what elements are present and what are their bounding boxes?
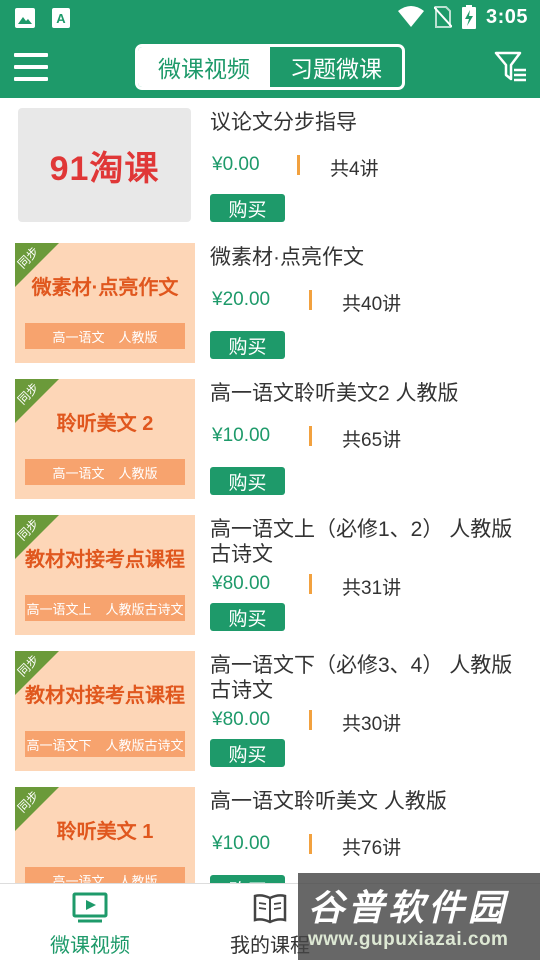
status-time: 3:05: [485, 5, 528, 28]
thumbnail-band: 高一语文上 人教版古诗文: [25, 595, 185, 621]
course-item[interactable]: 同步 微素材·点亮作文 高一语文 人教版 微素材·点亮作文 ¥20.00 共40…: [0, 243, 540, 379]
book-icon: [253, 894, 287, 924]
nav-micro-video[interactable]: 微课视频: [0, 884, 180, 960]
divider: [297, 155, 300, 175]
course-item[interactable]: 同步 教材对接考点课程 高一语文上 人教版古诗文 高一语文上（必修1、2） 人教…: [0, 515, 540, 651]
filter-icon[interactable]: [494, 50, 528, 84]
thumbnail-subject: 高一语文: [52, 465, 105, 481]
battery-charging-icon: [461, 5, 476, 29]
video-play-icon: [72, 892, 108, 923]
text-a-icon: A: [52, 8, 70, 28]
wifi-icon: [397, 6, 424, 27]
lesson-count: 共31讲: [342, 578, 402, 599]
thumbnail-band: 高一语文 人教版: [25, 459, 185, 485]
course-price: ¥10.00: [212, 833, 271, 854]
course-title[interactable]: 高一语文上（必修1、2） 人教版古诗文: [210, 517, 528, 567]
thumbnail-edition: 人教版: [118, 329, 158, 345]
buy-button[interactable]: 购买: [210, 739, 285, 767]
course-thumbnail[interactable]: 同步 微素材·点亮作文 高一语文 人教版: [15, 243, 195, 363]
buy-button[interactable]: 购买: [210, 331, 285, 359]
status-bar: A 3:05: [0, 0, 540, 36]
course-thumbnail[interactable]: 同步 教材对接考点课程 高一语文上 人教版古诗文: [15, 515, 195, 635]
course-title[interactable]: 高一语文聆听美文2 人教版: [210, 381, 528, 406]
thumbnail-title: 教材对接考点课程: [25, 685, 185, 707]
course-title[interactable]: 高一语文聆听美文 人教版: [210, 789, 528, 814]
course-title[interactable]: 微素材·点亮作文: [210, 245, 528, 270]
course-item[interactable]: 同步 聆听美文 1 高一语文 人教版 高一语文聆听美文 人教版 ¥10.00 共…: [0, 787, 540, 883]
nav-label: 微课视频: [50, 935, 130, 957]
watermark-overlay: 谷普软件园 www.gupuxiazai.com: [298, 873, 540, 960]
course-thumbnail[interactable]: 同步 教材对接考点课程 高一语文下 人教版古诗文: [15, 651, 195, 771]
tab-switcher: 微课视频 习题微课: [135, 44, 405, 90]
thumbnail-edition: 人教版古诗文: [105, 737, 184, 753]
course-thumbnail[interactable]: 同步 聆听美文 2 高一语文 人教版: [15, 379, 195, 499]
course-title[interactable]: 高一语文下（必修3、4） 人教版古诗文: [210, 653, 528, 703]
app-bar: 微课视频 习题微课: [0, 36, 540, 98]
watermark-url: www.gupuxiazai.com: [308, 929, 509, 950]
buy-button[interactable]: 购买: [210, 875, 285, 883]
lesson-count: 共4讲: [330, 159, 379, 180]
course-price: ¥0.00: [212, 154, 260, 175]
lesson-count: 共40讲: [342, 294, 402, 315]
divider: [309, 834, 312, 854]
thumbnail-title: 微素材·点亮作文: [31, 277, 179, 299]
buy-button[interactable]: 购买: [210, 194, 285, 222]
course-item[interactable]: 91淘课 议论文分步指导 ¥0.00 共4讲 购买: [0, 108, 540, 244]
thumbnail-edition: 人教版古诗文: [105, 601, 184, 617]
tab-exercise-micro[interactable]: 习题微课: [270, 47, 402, 87]
thumbnail-band: 高一语文 人教版: [25, 323, 185, 349]
thumbnail-title: 教材对接考点课程: [25, 549, 185, 571]
lesson-count: 共30讲: [342, 714, 402, 735]
brand-logo: 91淘课: [49, 149, 160, 188]
thumbnail-title: 聆听美文 1: [56, 821, 154, 843]
course-price: ¥80.00: [212, 573, 271, 594]
thumbnail-subject: 高一语文上: [26, 601, 92, 617]
thumbnail-subject: 高一语文: [52, 873, 105, 884]
buy-button[interactable]: 购买: [210, 467, 285, 495]
course-price: ¥10.00: [212, 425, 271, 446]
divider: [309, 574, 312, 594]
menu-icon[interactable]: [14, 53, 48, 81]
course-item[interactable]: 同步 聆听美文 2 高一语文 人教版 高一语文聆听美文2 人教版 ¥10.00 …: [0, 379, 540, 515]
thumbnail-band: 高一语文 人教版: [25, 867, 185, 883]
course-thumbnail[interactable]: 同步 聆听美文 1 高一语文 人教版: [15, 787, 195, 883]
svg-text:A: A: [56, 11, 66, 26]
watermark-text: 谷普软件园: [308, 887, 509, 928]
lesson-count: 共76讲: [342, 838, 402, 859]
thumbnail-edition: 人教版: [118, 873, 158, 884]
divider: [309, 426, 312, 446]
course-price: ¥80.00: [212, 709, 271, 730]
divider: [309, 290, 312, 310]
thumbnail-band: 高一语文下 人教版古诗文: [25, 731, 185, 757]
tab-micro-video[interactable]: 微课视频: [138, 47, 270, 87]
image-icon: [15, 8, 35, 28]
lesson-count: 共65讲: [342, 430, 402, 451]
course-title[interactable]: 议论文分步指导: [210, 110, 528, 135]
course-thumbnail[interactable]: 91淘课: [18, 108, 191, 222]
divider: [309, 710, 312, 730]
course-item[interactable]: 同步 教材对接考点课程 高一语文下 人教版古诗文 高一语文下（必修3、4） 人教…: [0, 651, 540, 787]
thumbnail-edition: 人教版: [118, 465, 158, 481]
buy-button[interactable]: 购买: [210, 603, 285, 631]
course-list: 91淘课 议论文分步指导 ¥0.00 共4讲 购买 同步 微素材·点亮作文 高一…: [0, 98, 540, 883]
thumbnail-subject: 高一语文: [52, 329, 105, 345]
no-sim-icon: [433, 6, 452, 28]
thumbnail-subject: 高一语文下: [26, 737, 92, 753]
thumbnail-title: 聆听美文 2: [56, 413, 154, 435]
course-price: ¥20.00: [212, 289, 271, 310]
